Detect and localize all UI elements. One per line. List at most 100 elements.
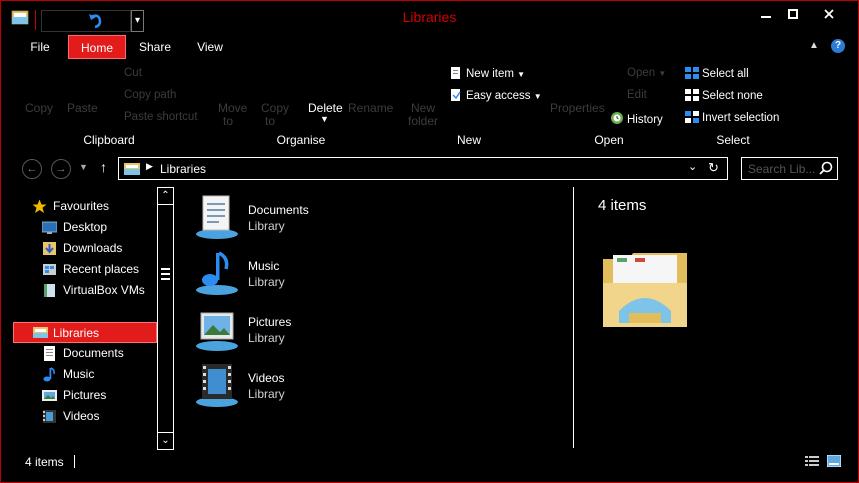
- scroll-up-chevron-icon[interactable]: ⌃: [158, 188, 173, 205]
- breadcrumb-chevron-icon[interactable]: ▶: [146, 161, 153, 172]
- navigation-pane: Favourites Desktop Downloads Recent plac…: [11, 187, 176, 453]
- library-item-pictures[interactable]: Pictures Library: [193, 305, 453, 355]
- library-item-name: Documents: [248, 203, 309, 217]
- search-input[interactable]: Search Lib...: [741, 157, 838, 180]
- delete-dropdown-icon[interactable]: ▼: [320, 114, 329, 124]
- invert-selection-button[interactable]: Invert selection: [685, 111, 779, 124]
- ribbon-minimize-chevron-icon[interactable]: ▲: [809, 40, 819, 51]
- select-group-label: Select: [716, 133, 750, 147]
- status-item-count: 4 items: [25, 455, 64, 469]
- minimize-button[interactable]: [751, 6, 781, 24]
- recent-locations-chevron-down-icon[interactable]: ▼: [79, 162, 88, 172]
- forward-arrow-icon: →: [55, 163, 67, 175]
- large-icons-view-icon[interactable]: [827, 455, 841, 467]
- sidebar-item-libraries[interactable]: Libraries: [13, 322, 157, 343]
- history-button[interactable]: History: [608, 111, 663, 126]
- music-icon: [43, 367, 55, 382]
- music-library-icon: [196, 251, 238, 295]
- libraries-icon: [33, 327, 48, 338]
- documents-library-icon: [196, 195, 238, 239]
- library-item-videos[interactable]: Videos Library: [193, 361, 453, 411]
- edit-button[interactable]: Edit: [627, 89, 647, 101]
- libraries-icon: [124, 163, 140, 175]
- star-icon: [32, 199, 47, 213]
- new-folder-button[interactable]: New: [411, 101, 435, 115]
- sidebar-item-label: Documents: [63, 346, 124, 360]
- window-title: Libraries: [402, 9, 457, 25]
- invert-selection-icon: [685, 111, 699, 123]
- downloads-icon: [43, 242, 56, 255]
- scroll-thumb[interactable]: [161, 268, 170, 280]
- tab-file[interactable]: File: [21, 35, 59, 59]
- tab-home[interactable]: Home: [68, 35, 126, 59]
- copy-to-button-line2: to: [265, 114, 276, 128]
- sidebar-item-label: Videos: [63, 409, 100, 423]
- folder-icon: [44, 284, 55, 297]
- select-all-icon: [685, 67, 699, 79]
- recent-places-icon: [43, 264, 56, 275]
- paste-shortcut-button[interactable]: Paste shortcut: [124, 111, 198, 123]
- select-all-button[interactable]: Select all: [685, 67, 749, 80]
- cut-button[interactable]: Cut: [124, 67, 142, 79]
- title-bar: ▾ Libraries: [1, 1, 858, 35]
- videos-icon: [43, 410, 56, 423]
- library-item-name: Music: [248, 259, 280, 273]
- properties-button[interactable]: Properties: [550, 101, 605, 115]
- new-item-label: New item: [466, 68, 514, 80]
- history-label: History: [627, 114, 663, 126]
- copy-button[interactable]: Copy: [25, 101, 53, 115]
- library-item-type: Library: [248, 387, 285, 401]
- select-none-button[interactable]: Select none: [685, 89, 763, 102]
- pictures-icon: [42, 390, 57, 401]
- copy-path-button[interactable]: Copy path: [124, 89, 176, 101]
- sidebar-item-label: Music: [63, 367, 95, 381]
- desktop-icon: [42, 221, 57, 234]
- sidebar-item-label: Recent places: [63, 262, 140, 276]
- library-item-documents[interactable]: Documents Library: [193, 193, 453, 243]
- clipboard-group-label: Clipboard: [83, 133, 135, 147]
- libraries-folder-icon: [603, 253, 687, 327]
- tab-share[interactable]: Share: [133, 35, 177, 59]
- open-group-label: Open: [594, 133, 624, 147]
- rename-button[interactable]: Rename: [348, 101, 393, 115]
- delete-button[interactable]: Delete: [308, 101, 343, 115]
- search-icon[interactable]: [819, 161, 833, 175]
- scroll-down-chevron-icon[interactable]: ⌄: [158, 432, 173, 449]
- library-item-music[interactable]: Music Library: [193, 249, 453, 299]
- documents-icon: [44, 346, 55, 361]
- refresh-icon[interactable]: ↻: [708, 160, 719, 176]
- new-item-icon: [451, 67, 460, 79]
- sidebar-item-label: Favourites: [53, 199, 110, 213]
- library-item-type: Library: [248, 331, 285, 345]
- new-group-label: New: [456, 133, 481, 147]
- forward-button[interactable]: →: [51, 159, 71, 179]
- breadcrumb-libraries[interactable]: Libraries: [160, 162, 206, 176]
- close-button[interactable]: [811, 6, 847, 24]
- new-item-button[interactable]: New item ▼: [449, 67, 525, 80]
- open-button[interactable]: Open ▼: [627, 67, 666, 79]
- maximize-icon: [788, 9, 798, 19]
- address-dropdown-chevron-icon[interactable]: ⌄: [688, 160, 697, 173]
- address-bar[interactable]: ▶ Libraries ⌄ ↻: [118, 157, 728, 180]
- tab-view[interactable]: View: [190, 35, 230, 59]
- up-arrow-icon[interactable]: ↑: [100, 159, 107, 175]
- easy-access-label: Easy access: [466, 90, 531, 102]
- library-item-type: Library: [248, 219, 285, 233]
- paste-button[interactable]: Paste: [67, 101, 98, 115]
- copy-to-button[interactable]: Copy: [261, 101, 289, 115]
- help-icon[interactable]: ?: [831, 39, 845, 53]
- maximize-button[interactable]: [778, 6, 808, 24]
- easy-access-button[interactable]: Easy access ▼: [449, 89, 542, 102]
- nav-pane-scrollbar[interactable]: ⌃ ⌄: [157, 187, 174, 450]
- library-item-name: Videos: [248, 371, 285, 385]
- open-label: Open: [627, 67, 656, 79]
- search-placeholder: Search Lib...: [748, 162, 816, 176]
- videos-library-icon: [196, 364, 238, 407]
- details-pane-divider[interactable]: [573, 187, 574, 448]
- ribbon: Copy Paste Cut Copy path Paste shortcut …: [1, 59, 858, 151]
- details-view-icon[interactable]: [805, 455, 819, 467]
- status-separator: [74, 455, 75, 468]
- organise-group-label: Organise: [276, 133, 326, 147]
- back-button[interactable]: ←: [22, 159, 42, 179]
- move-to-button[interactable]: Move: [218, 101, 247, 115]
